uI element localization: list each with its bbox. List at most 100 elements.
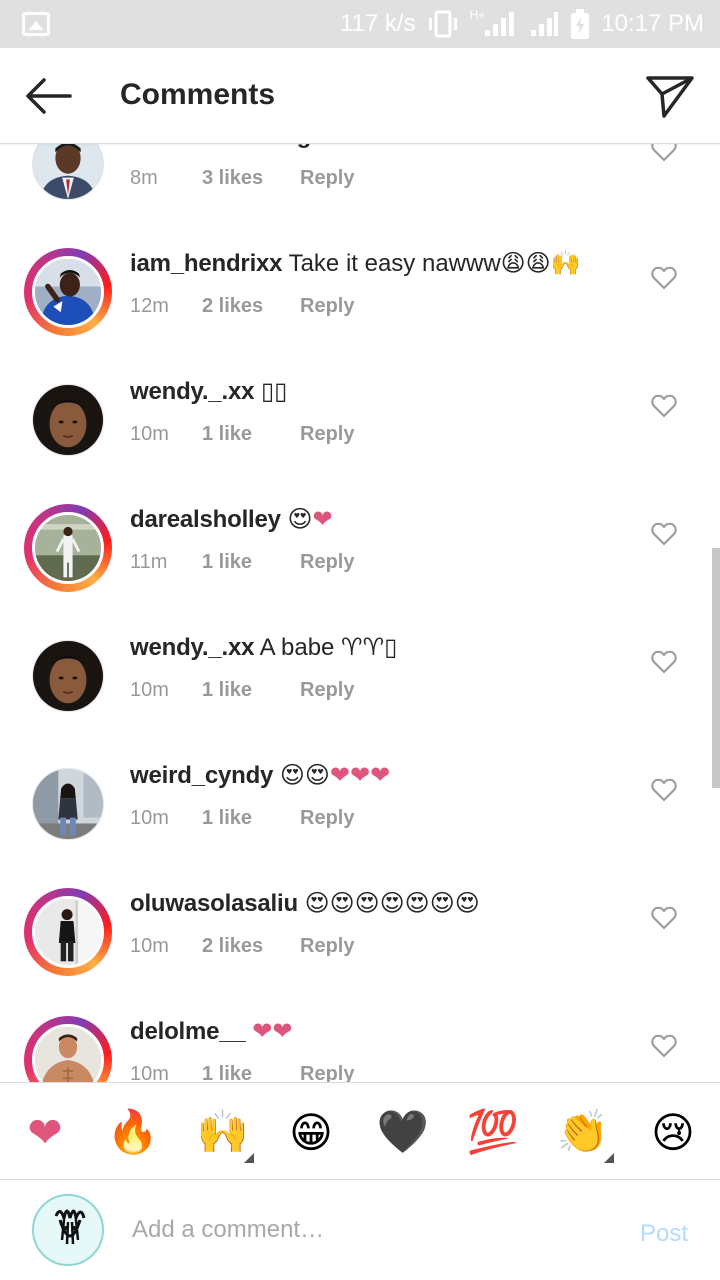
reply-button[interactable]: Reply: [300, 676, 354, 704]
comment-row: wendy._.xx A babe ♈♈▯ 10m 1 like Reply: [0, 632, 720, 760]
back-button[interactable]: [20, 72, 76, 120]
comment-likes[interactable]: 1 like: [202, 1060, 300, 1082]
vibrate-icon: [428, 10, 457, 38]
reply-button[interactable]: Reply: [300, 1060, 354, 1082]
avatar[interactable]: [24, 504, 112, 592]
comment-text: darealsholley 😍❤: [130, 504, 640, 536]
hundred-points-icon[interactable]: 💯: [466, 1105, 520, 1159]
avatar-photo: [32, 256, 104, 328]
comment-username[interactable]: oluwasolasaliu: [130, 890, 298, 917]
comment-time: 10m: [130, 935, 169, 957]
gallery-notification-icon: [22, 12, 50, 36]
reply-button[interactable]: Reply: [300, 164, 354, 192]
like-comment-button[interactable]: [651, 144, 677, 162]
comment-username[interactable]: weird_cyndy: [130, 762, 273, 789]
comment-time: 10m: [130, 807, 169, 829]
heart-outline-icon: [651, 650, 677, 673]
comments-list[interactable]: blaisearchibong ❤❤❤ You look beautiful 8m…: [0, 144, 720, 1082]
scrollbar[interactable]: [712, 548, 720, 788]
comment-text: blaisearchibong ❤❤❤ You look beautiful: [130, 144, 640, 152]
paper-plane-icon: [646, 76, 694, 118]
avatar[interactable]: [24, 376, 112, 464]
avatar[interactable]: [24, 632, 112, 720]
reply-button[interactable]: Reply: [300, 804, 354, 832]
emoji-glyph: 🙌: [196, 1107, 250, 1155]
comment-likes[interactable]: 1 like: [202, 548, 300, 576]
comment-username[interactable]: wendy._.xx: [130, 634, 254, 661]
comment-text: iam_hendrixx Take it easy nawww😩😩🙌: [130, 248, 640, 280]
heart-outline-icon: [651, 522, 677, 545]
comment-row: oluwasolasaliu 😍😍😍😍😍😍😍 10m 2 likes Reply: [0, 888, 720, 1016]
status-bar-right: 117 k/s H+ 10:17 PM: [340, 8, 704, 40]
heart-outline-icon: [651, 778, 677, 801]
comment-body: 😍😍❤❤❤: [279, 762, 391, 789]
comment-time: 12m: [130, 295, 169, 317]
avatar[interactable]: [24, 1016, 112, 1082]
like-comment-button[interactable]: [651, 522, 677, 546]
comment-meta: 10m 1 like Reply: [130, 804, 354, 832]
reply-button[interactable]: Reply: [300, 420, 354, 448]
arrow-left-icon: [26, 78, 72, 114]
emoji-glyph: 😢: [651, 1108, 695, 1156]
comment-username[interactable]: delolme__: [130, 1018, 246, 1045]
sad-face-icon[interactable]: 😢: [646, 1105, 700, 1159]
emoji-glyph: ❤: [27, 1108, 63, 1156]
reply-button[interactable]: Reply: [300, 932, 354, 960]
comment-likes[interactable]: 2 likes: [202, 292, 300, 320]
comment-body: 😍❤: [287, 506, 333, 533]
heart-outline-icon: [651, 906, 677, 929]
comment-likes[interactable]: 2 likes: [202, 932, 300, 960]
avatar[interactable]: [24, 888, 112, 976]
comment-likes[interactable]: 1 like: [202, 804, 300, 832]
clock: 10:17 PM: [601, 10, 704, 37]
avatar[interactable]: [24, 760, 112, 848]
avatar-photo: [32, 512, 104, 584]
page-title: Comments: [120, 78, 276, 111]
heart-outline-icon: [651, 144, 677, 161]
comment-text: delolme__ ❤❤: [130, 1016, 640, 1048]
skin-tone-indicator: [604, 1153, 614, 1163]
fire-icon[interactable]: 🔥: [106, 1105, 160, 1159]
comment-time: 10m: [130, 679, 169, 701]
avatar-illustration: [54, 1209, 86, 1245]
signal-2-icon: [531, 12, 559, 36]
like-comment-button[interactable]: [651, 266, 677, 290]
comment-meta: 8m 3 likes Reply: [130, 164, 354, 192]
comment-likes[interactable]: 3 likes: [202, 164, 300, 192]
like-comment-button[interactable]: [651, 650, 677, 674]
raised-hands-icon[interactable]: 🙌: [196, 1105, 254, 1163]
reply-button[interactable]: Reply: [300, 548, 354, 576]
comment-username[interactable]: darealsholley: [130, 506, 281, 533]
clapping-hands-icon[interactable]: 👏: [556, 1105, 614, 1163]
comment-row: blaisearchibong ❤❤❤ You look beautiful 8m…: [0, 144, 720, 248]
comment-input[interactable]: [132, 1210, 602, 1250]
comment-username[interactable]: blaisearchibong: [130, 144, 311, 149]
avatar-photo: [32, 896, 104, 968]
comment-username[interactable]: wendy._.xx: [130, 378, 254, 405]
red-heart-icon[interactable]: ❤: [18, 1105, 72, 1159]
share-button[interactable]: [644, 70, 696, 122]
like-comment-button[interactable]: [651, 1034, 677, 1058]
avatar-photo: [32, 640, 104, 712]
post-button[interactable]: Post: [640, 1220, 688, 1248]
emoji-glyph: 👏: [556, 1107, 610, 1155]
battery-charging-icon: [571, 9, 590, 39]
like-comment-button[interactable]: [651, 394, 677, 418]
comment-composer: Post: [0, 1180, 720, 1280]
comment-likes[interactable]: 1 like: [202, 420, 300, 448]
comment-body: ❤❤: [252, 1018, 293, 1045]
like-comment-button[interactable]: [651, 778, 677, 802]
black-heart-icon[interactable]: 🖤: [376, 1105, 430, 1159]
comment-likes[interactable]: 1 like: [202, 676, 300, 704]
grinning-face-icon[interactable]: 😁: [284, 1105, 338, 1159]
reply-button[interactable]: Reply: [300, 292, 354, 320]
comment-time: 11m: [130, 551, 168, 573]
avatar[interactable]: [24, 248, 112, 336]
comment-username[interactable]: iam_hendrixx: [130, 250, 283, 277]
comment-text: wendy._.xx A babe ♈♈▯: [130, 632, 640, 664]
like-comment-button[interactable]: [651, 906, 677, 930]
comment-body: ❤❤❤ You look beautiful: [318, 144, 573, 149]
avatar[interactable]: [24, 144, 112, 208]
comment-text: oluwasolasaliu 😍😍😍😍😍😍😍: [130, 888, 640, 920]
signal-1-icon: [485, 12, 515, 36]
